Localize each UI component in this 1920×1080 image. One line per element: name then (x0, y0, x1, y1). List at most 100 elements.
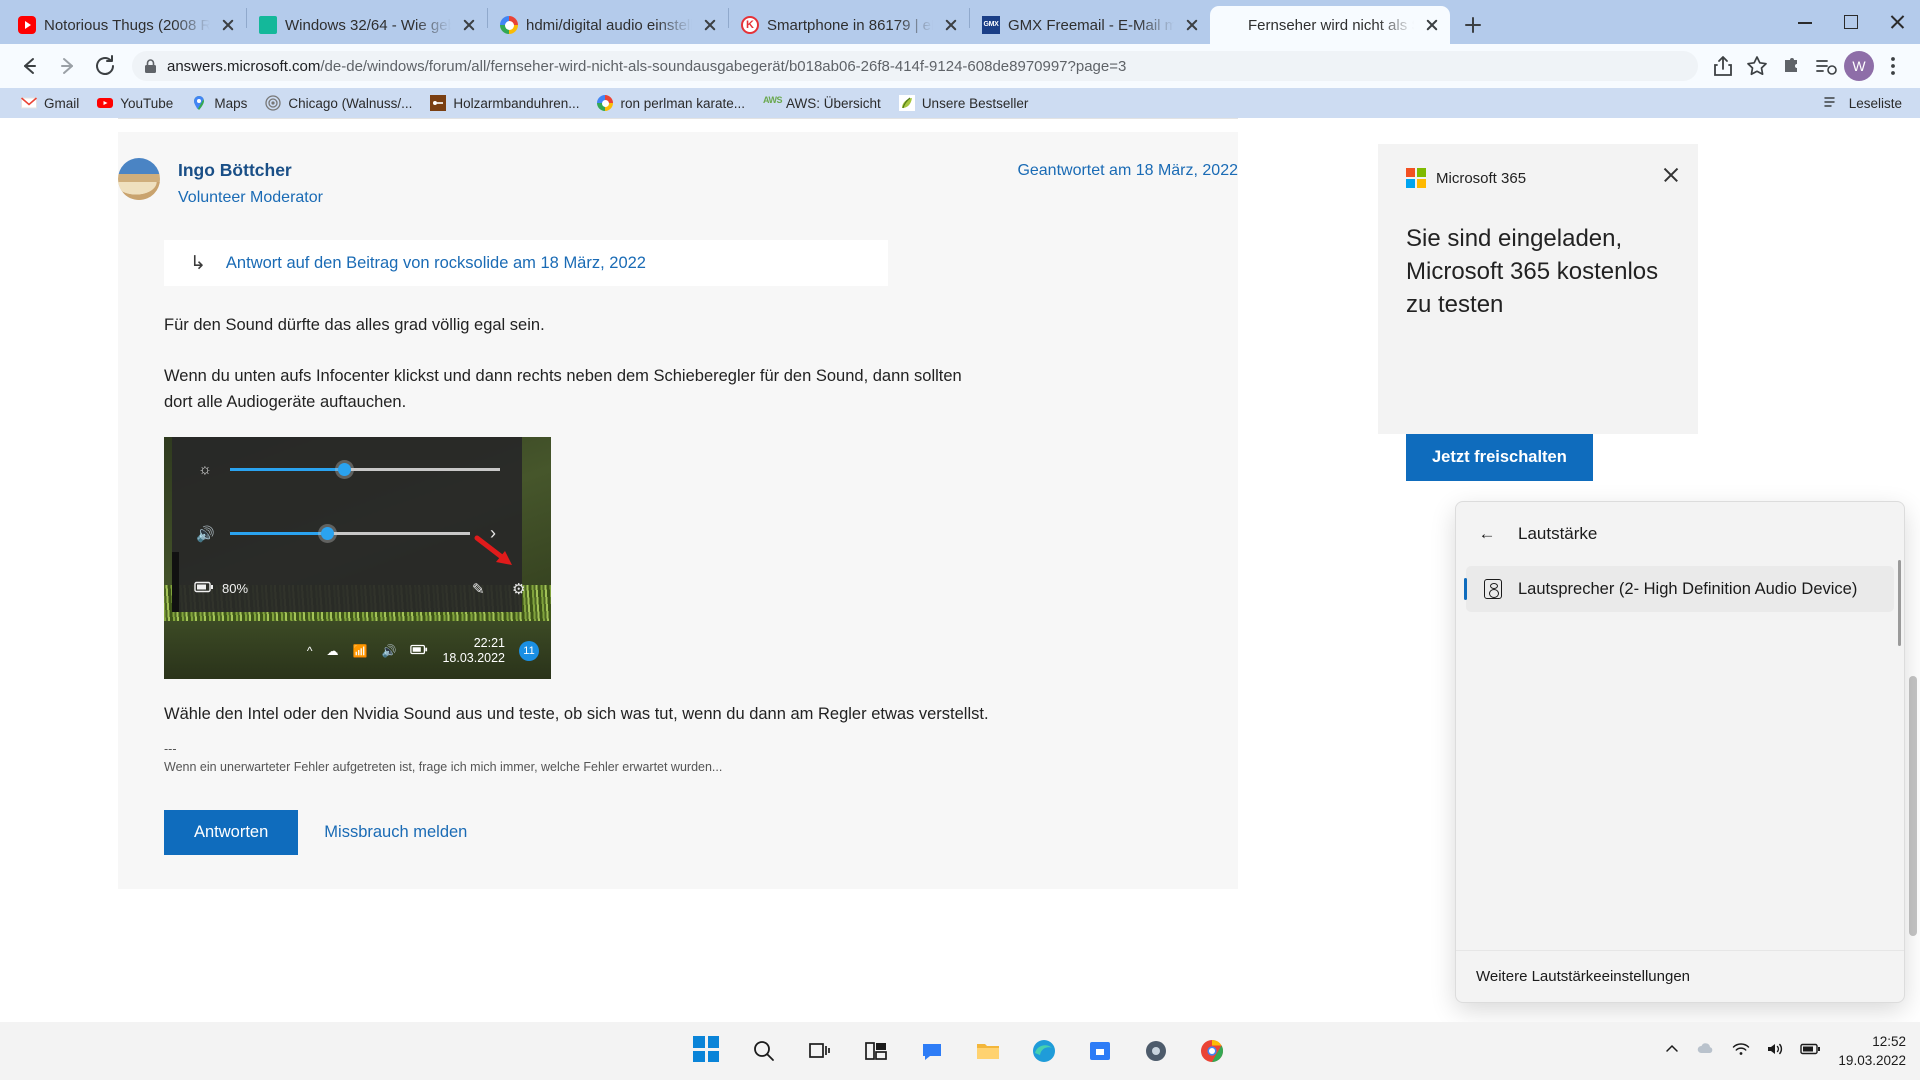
embedded-taskbar-tray: ^ ☁ 📶 🔊 22:21 18.03.2022 11 (307, 627, 547, 675)
chrome-button[interactable] (1197, 1036, 1227, 1066)
close-tab-button[interactable] (941, 15, 961, 35)
answer-column: Ingo Böttcher Volunteer Moderator Geantw… (118, 118, 1238, 889)
brightness-slider[interactable] (230, 462, 500, 476)
browser-tab-0[interactable]: Notorious Thugs (2008 Rem (6, 6, 246, 44)
bookmark-star-icon[interactable] (1742, 51, 1772, 81)
minimize-button[interactable] (1782, 0, 1828, 44)
more-volume-settings-link[interactable]: Weitere Lautstärkeeinstellungen (1476, 968, 1690, 985)
start-button[interactable] (693, 1036, 723, 1066)
tab-title: Notorious Thugs (2008 Rem (44, 16, 210, 34)
bookmark-bestseller[interactable]: Unsere Bestseller (890, 91, 1038, 115)
chevron-up-icon[interactable]: ^ (307, 644, 313, 658)
reload-icon[interactable] (88, 49, 122, 83)
promo-brand-label: Microsoft 365 (1436, 169, 1527, 187)
back-icon[interactable] (12, 49, 46, 83)
maps-pin-icon (191, 95, 207, 111)
battery-status: 80% (194, 581, 248, 596)
chat-button[interactable] (917, 1036, 947, 1066)
page-scrollbar[interactable] (1906, 236, 1920, 1022)
bookmark-gmail[interactable]: Gmail (12, 91, 88, 115)
bookmark-maps[interactable]: Maps (182, 91, 256, 115)
file-explorer-button[interactable] (973, 1036, 1003, 1066)
close-icon[interactable] (1662, 166, 1680, 184)
close-tab-button[interactable] (459, 15, 479, 35)
chrome-menu-icon[interactable] (1878, 51, 1908, 81)
tab-title: Fernseher wird nicht als Sou (1248, 16, 1414, 34)
browser-tab-2[interactable]: hdmi/digital audio einstellu (488, 6, 728, 44)
forward-icon[interactable] (50, 49, 84, 83)
bookmark-chicago[interactable]: Chicago (Walnuss/... (256, 91, 421, 115)
battery-charging-icon[interactable] (1800, 1042, 1822, 1061)
speaker-icon: 🔊 (196, 525, 215, 543)
promo-cta-button[interactable]: Jetzt freischalten (1406, 434, 1593, 481)
maximize-button[interactable] (1828, 0, 1874, 44)
close-tab-button[interactable] (700, 15, 720, 35)
edge-button[interactable] (1029, 1036, 1059, 1066)
browser-window: Notorious Thugs (2008 Rem Windows 32/64 … (0, 0, 1920, 1080)
settings-button[interactable] (1141, 1036, 1171, 1066)
share-icon[interactable] (1708, 51, 1738, 81)
gear-icon[interactable]: ⚙ (512, 580, 525, 598)
bookmark-youtube[interactable]: YouTube (88, 91, 182, 115)
new-tab-button[interactable] (1456, 8, 1490, 42)
pencil-icon[interactable]: ✎ (472, 580, 485, 598)
gmail-icon (20, 95, 38, 111)
reply-button[interactable]: Antworten (164, 810, 299, 855)
answer-actions: Antworten Missbrauch melden (164, 810, 1238, 889)
bookmark-aws[interactable]: AWS AWS: Übersicht (754, 91, 890, 115)
scrollbar-thumb[interactable] (1909, 676, 1917, 936)
back-arrow-icon[interactable]: ← (1478, 524, 1496, 544)
flyout-scrollbar[interactable] (1898, 560, 1901, 646)
speaker-icon[interactable]: 🔊 (381, 644, 396, 658)
taskbar-clock[interactable]: 12:52 19.03.2022 (1838, 1032, 1906, 1070)
reading-list-label[interactable]: Leseliste (1849, 96, 1902, 111)
address-bar[interactable]: answers.microsoft.com/de-de/windows/foru… (132, 51, 1698, 81)
browser-tab-4[interactable]: GMX GMX Freemail - E-Mail mad (970, 6, 1210, 44)
lock-icon (144, 58, 157, 74)
answered-date[interactable]: Geantwortet am 18 März, 2022 (1017, 158, 1238, 180)
speaker-icon[interactable] (1766, 1041, 1784, 1062)
wifi-icon[interactable] (1732, 1041, 1750, 1062)
bookmark-ron-perlman[interactable]: ron perlman karate... (588, 91, 754, 115)
extensions-icon[interactable] (1776, 51, 1806, 81)
tab-title: hdmi/digital audio einstellu (526, 16, 692, 34)
close-tab-button[interactable] (1422, 15, 1442, 35)
store-button[interactable] (1085, 1036, 1115, 1066)
reply-arrow-icon: ↳ (190, 252, 206, 274)
embedded-clock[interactable]: 22:21 18.03.2022 (442, 636, 505, 666)
cloud-icon[interactable] (1696, 1041, 1716, 1062)
browser-toolbar: answers.microsoft.com/de-de/windows/foru… (0, 44, 1920, 88)
browser-tab-1[interactable]: Windows 32/64 - Wie gebe (247, 6, 487, 44)
report-abuse-link[interactable]: Missbrauch melden (324, 823, 467, 842)
embedded-screenshot[interactable]: ☼ 🔊 › 80% ✎ ⚙ ^ ☁ 📶 🔊 22:21 18.03.2022 1… (164, 437, 551, 679)
volume-slider[interactable] (230, 526, 470, 540)
search-button[interactable] (749, 1036, 779, 1066)
close-window-button[interactable] (1874, 0, 1920, 44)
bookmark-label: Gmail (44, 95, 80, 111)
notification-badge[interactable]: 11 (519, 641, 539, 661)
audio-device-item[interactable]: Lautsprecher (2- High Definition Audio D… (1464, 566, 1894, 612)
target-icon (265, 95, 281, 111)
promo-headline: Sie sind eingeladen, Microsoft 365 koste… (1406, 225, 1659, 318)
quote-link[interactable]: Antwort auf den Beitrag von rocksolide a… (226, 254, 646, 273)
flyout-footer[interactable]: Weitere Lautstärkeeinstellungen (1456, 950, 1904, 1002)
bookmarks-bar-right: Leseliste (1823, 94, 1908, 113)
close-tab-button[interactable] (1182, 15, 1202, 35)
profile-avatar[interactable]: W (1844, 51, 1874, 81)
chevron-up-icon[interactable] (1664, 1041, 1680, 1062)
task-view-button[interactable] (805, 1036, 835, 1066)
browser-tab-5-active[interactable]: Fernseher wird nicht als Sou (1210, 6, 1450, 44)
bookmark-holzarmbanduhren[interactable]: Holzarmbanduhren... (421, 91, 588, 115)
author-name[interactable]: Ingo Böttcher (178, 158, 323, 182)
quote-bar[interactable]: ↳ Antwort auf den Beitrag von rocksolide… (164, 240, 888, 286)
widgets-button[interactable] (861, 1036, 891, 1066)
reading-list-icon[interactable] (1810, 51, 1840, 81)
cloud-icon[interactable]: ☁ (327, 644, 339, 658)
url-path: /de-de/windows/forum/all/fernseher-wird-… (320, 57, 1127, 75)
browser-tab-3[interactable]: K Smartphone in 86179 | eBay (729, 6, 969, 44)
close-tab-button[interactable] (218, 15, 238, 35)
answer-body: Für den Sound dürfte das alles grad völl… (164, 316, 994, 415)
battery-charging-icon[interactable] (410, 644, 428, 658)
taskbar-date: 19.03.2022 (1838, 1053, 1906, 1068)
wifi-icon[interactable]: 📶 (353, 644, 368, 658)
